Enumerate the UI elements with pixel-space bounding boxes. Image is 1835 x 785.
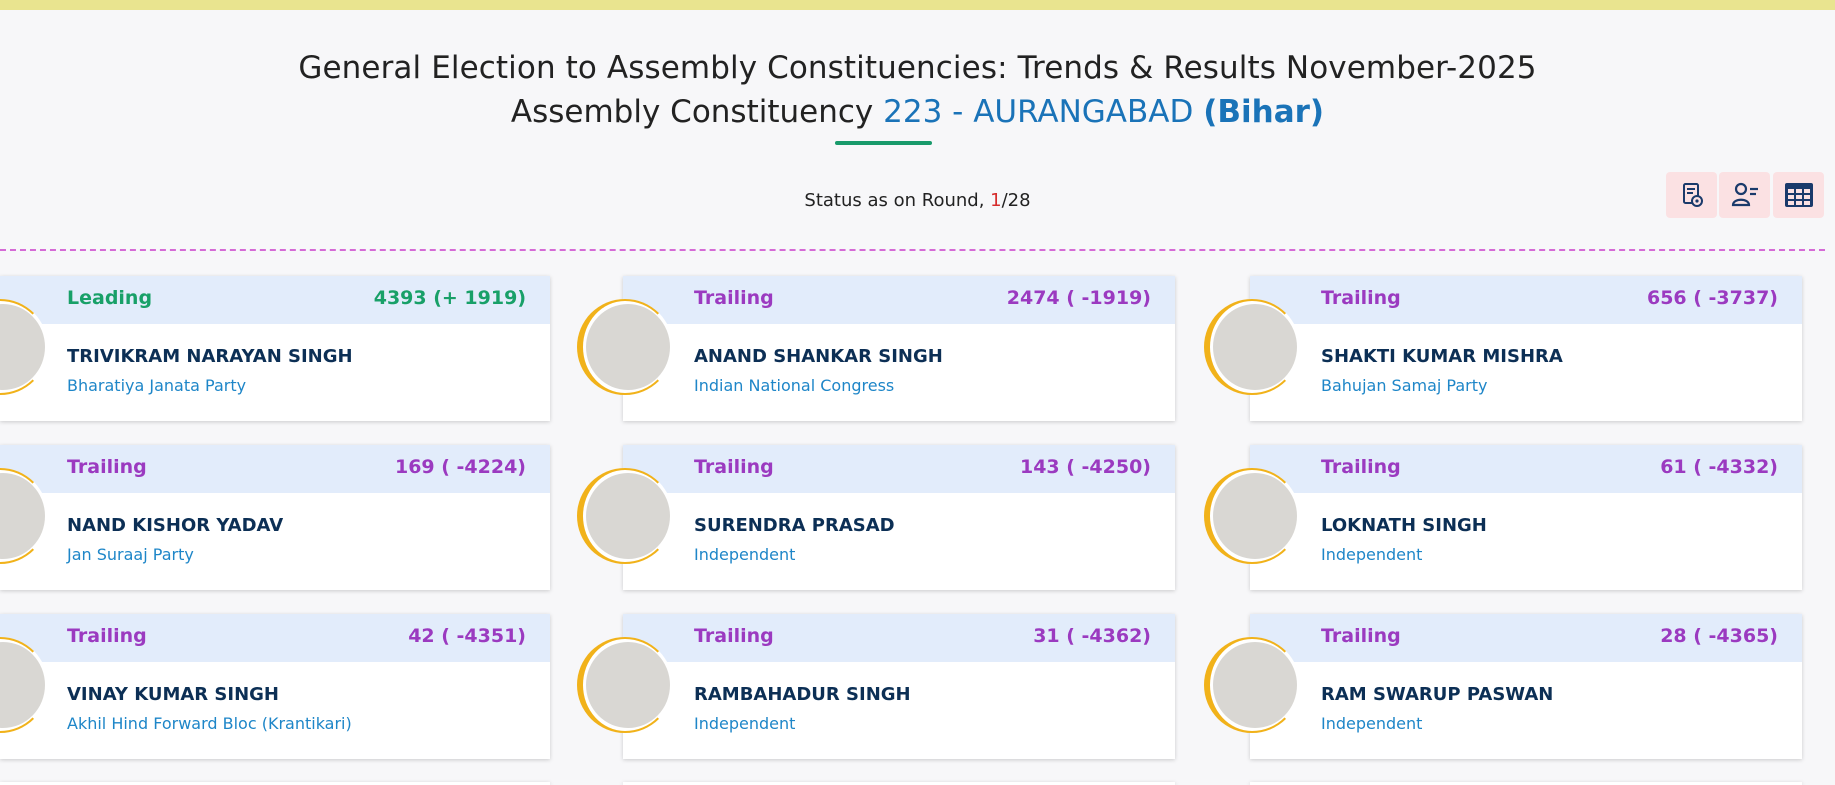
candidate-votes: 28 ( -4365): [1660, 625, 1778, 647]
candidate-name: RAM SWARUP PASWAN: [1321, 684, 1554, 705]
table-view-button[interactable]: [1773, 172, 1824, 218]
candidate-votes: 656 ( -3737): [1646, 287, 1778, 309]
candidate-status: Trailing: [694, 625, 774, 647]
candidate-status: Trailing: [1321, 287, 1401, 309]
total-rounds: /28: [1001, 190, 1031, 211]
top-notice-strip: [0, 0, 1835, 10]
candidate-photo: [1204, 299, 1300, 395]
candidate-status: Trailing: [694, 287, 774, 309]
round-status-label: Status as on Round,: [804, 190, 991, 211]
page-title: General Election to Assembly Constituenc…: [298, 50, 1537, 86]
candidate-votes: 42 ( -4351): [408, 625, 526, 647]
candidate-status: Trailing: [1321, 625, 1401, 647]
candidate-photo: [577, 637, 673, 733]
page-header: General Election to Assembly Constituenc…: [0, 46, 1835, 134]
constituency-prefix: Assembly Constituency: [510, 94, 874, 130]
candidate-party: Independent: [1321, 545, 1423, 564]
user-list-icon: [1731, 182, 1758, 207]
candidate-card[interactable]: Trailing 2474 ( -1919) ANAND SHANKAR SIN…: [623, 276, 1175, 421]
document-settings-icon: [1682, 183, 1703, 207]
candidate-card[interactable]: Trailing 61 ( -4332) LOKNATH SINGH Indep…: [1250, 445, 1802, 590]
candidate-party: Independent: [694, 545, 796, 564]
candidate-list-button[interactable]: [1719, 172, 1770, 218]
table-grid-icon: [1784, 183, 1813, 207]
candidate-photo: [577, 468, 673, 564]
candidate-card[interactable]: Trailing 28 ( -4365) RAM SWARUP PASWAN I…: [1250, 614, 1802, 759]
candidate-party: Indian National Congress: [694, 376, 895, 395]
candidate-name: TRIVIKRAM NARAYAN SINGH: [67, 346, 353, 367]
candidate-party: Independent: [694, 714, 796, 733]
candidate-photo: [1204, 637, 1300, 733]
candidate-card[interactable]: Trailing 42 ( -4351) VINAY KUMAR SINGH A…: [0, 614, 550, 759]
candidate-name: NAND KISHOR YADAV: [67, 515, 284, 536]
candidate-card[interactable]: Trailing 169 ( -4224) NAND KISHOR YADAV …: [0, 445, 550, 590]
section-divider: [0, 249, 1825, 251]
candidate-votes: 143 ( -4250): [1019, 456, 1151, 478]
candidate-card[interactable]: Trailing 143 ( -4250) SURENDRA PRASAD In…: [623, 445, 1175, 590]
constituency-number-name: 223 - AURANGABAD: [883, 94, 1194, 130]
candidate-party: Bharatiya Janata Party: [67, 376, 247, 395]
candidate-name: SHAKTI KUMAR MISHRA: [1321, 346, 1563, 367]
candidate-card[interactable]: Trailing 656 ( -3737) SHAKTI KUMAR MISHR…: [1250, 276, 1802, 421]
candidate-name: ANAND SHANKAR SINGH: [694, 346, 943, 367]
candidate-status: Leading: [67, 287, 153, 309]
candidate-name: SURENDRA PRASAD: [694, 515, 895, 536]
candidate-votes: 31 ( -4362): [1033, 625, 1151, 647]
title-underline: [835, 141, 932, 145]
document-settings-button[interactable]: [1666, 172, 1717, 218]
candidate-party: Bahujan Samaj Party: [1321, 376, 1488, 395]
candidate-name: RAMBAHADUR SINGH: [694, 684, 911, 705]
constituency-title: Assembly Constituency 223 - AURANGABAD (…: [0, 90, 1835, 134]
current-round: 1: [990, 190, 1002, 211]
candidate-card[interactable]: Leading 4393 (+ 1919) TRIVIKRAM NARAYAN …: [0, 276, 550, 421]
candidate-status: Trailing: [67, 625, 147, 647]
constituency-state: (Bihar): [1203, 94, 1325, 130]
candidate-status: Trailing: [694, 456, 774, 478]
candidate-status: Trailing: [67, 456, 147, 478]
candidate-name: LOKNATH SINGH: [1321, 515, 1487, 536]
candidate-photo: [1204, 468, 1300, 564]
round-status: Status as on Round, 1/28: [0, 190, 1835, 211]
candidate-name: VINAY KUMAR SINGH: [67, 684, 279, 705]
candidate-status: Trailing: [1321, 456, 1401, 478]
candidate-photo: [577, 299, 673, 395]
candidate-votes: 169 ( -4224): [394, 456, 526, 478]
candidate-votes: 2474 ( -1919): [1006, 287, 1151, 309]
candidate-party: Independent: [1321, 714, 1423, 733]
candidate-party: Jan Suraaj Party: [67, 545, 194, 564]
candidate-votes: 4393 (+ 1919): [373, 287, 526, 309]
candidate-votes: 61 ( -4332): [1660, 456, 1778, 478]
candidate-card[interactable]: Trailing 31 ( -4362) RAMBAHADUR SINGH In…: [623, 614, 1175, 759]
candidate-party: Akhil Hind Forward Bloc (Krantikari): [67, 714, 352, 733]
